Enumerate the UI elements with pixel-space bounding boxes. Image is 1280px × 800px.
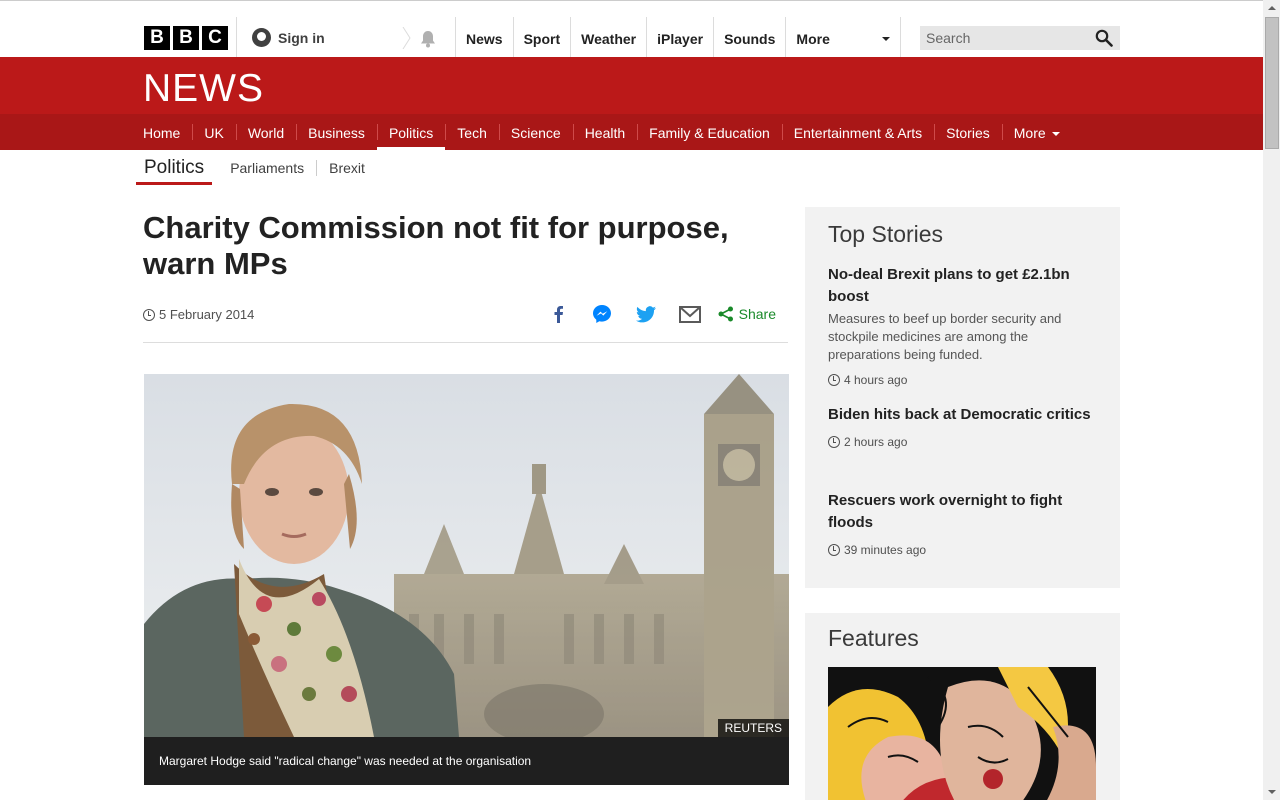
- account-icon: [252, 28, 271, 47]
- news-nav-world[interactable]: World: [235, 114, 296, 150]
- share-messenger-button[interactable]: [580, 302, 624, 326]
- caret-down-icon: [882, 37, 891, 41]
- section-nav: Politics Parliaments Brexit: [136, 150, 377, 186]
- article-meta-bar: 5 February 2014 Share: [143, 302, 788, 343]
- top-nav-sport[interactable]: Sport: [512, 17, 571, 58]
- vertical-scrollbar[interactable]: [1263, 0, 1280, 800]
- article-headline: Charity Commission not fit for purpose, …: [143, 210, 729, 281]
- feature-image[interactable]: [828, 667, 1096, 800]
- twitter-icon: [635, 305, 656, 322]
- news-nav-stories[interactable]: Stories: [934, 114, 1002, 150]
- bbc-logo[interactable]: B B C: [144, 26, 228, 50]
- news-nav-science[interactable]: Science: [498, 114, 573, 150]
- features-panel: Features: [805, 613, 1120, 800]
- news-nav-politics[interactable]: Politics: [376, 114, 446, 150]
- article-photo-image: [144, 374, 789, 737]
- search-input[interactable]: [920, 26, 1097, 50]
- news-nav: Home UK World Business Politics Tech Sci…: [0, 114, 1263, 150]
- section-nav-brexit[interactable]: Brexit: [316, 160, 377, 176]
- clock-icon: [828, 374, 840, 386]
- top-story-time-text: 39 minutes ago: [844, 543, 927, 557]
- top-stories-title: Top Stories: [828, 221, 944, 247]
- news-wordmark[interactable]: NEWS: [143, 67, 264, 111]
- section-nav-parliaments[interactable]: Parliaments: [218, 160, 316, 176]
- news-nav-more[interactable]: More: [1001, 114, 1072, 150]
- news-header: NEWS: [0, 57, 1263, 114]
- share-label: Share: [738, 306, 776, 322]
- top-stories-panel: Top Stories No-deal Brexit plans to get …: [805, 207, 1120, 588]
- top-story-time-text: 2 hours ago: [844, 435, 908, 449]
- news-nav-family-education[interactable]: Family & Education: [637, 114, 782, 150]
- share-icon: [718, 306, 733, 322]
- feature-illustration: [828, 667, 1096, 800]
- article-date-text: 5 February 2014: [159, 307, 255, 322]
- top-nav-sounds[interactable]: Sounds: [713, 17, 785, 58]
- sign-in-label: Sign in: [278, 29, 325, 46]
- news-nav-business[interactable]: Business: [296, 114, 377, 150]
- arrow-up-icon: [1268, 6, 1276, 10]
- top-story-item: Biden hits back at Democratic critics 2 …: [828, 404, 1098, 449]
- facebook-icon: [554, 306, 563, 323]
- top-story-summary: Measures to beef up border security and …: [828, 311, 1062, 362]
- article-photo: REUTERS: [144, 374, 789, 737]
- top-story-time: 4 hours ago: [828, 373, 1098, 387]
- bbc-logo-letter: B: [173, 26, 199, 50]
- scrollbar-thumb[interactable]: [1265, 17, 1279, 149]
- bbc-logo-letter: B: [144, 26, 170, 50]
- news-nav-home[interactable]: Home: [131, 114, 192, 150]
- divider-chevron-icon: [402, 27, 411, 49]
- email-icon: [678, 305, 701, 323]
- top-nav-more[interactable]: More: [785, 17, 902, 58]
- bbc-top-bar: B B C Sign in News Sport Weather iPlayer…: [0, 0, 1263, 58]
- sign-in-link[interactable]: Sign in: [252, 28, 325, 47]
- article-date: 5 February 2014: [143, 307, 254, 322]
- share-twitter-button[interactable]: [624, 302, 668, 326]
- scroll-up-button[interactable]: [1263, 0, 1280, 17]
- news-nav-health[interactable]: Health: [572, 114, 637, 150]
- top-nav-news[interactable]: News: [455, 17, 513, 58]
- top-story-item: No-deal Brexit plans to get £2.1bn boost…: [828, 264, 1098, 387]
- bbc-top-nav: News Sport Weather iPlayer Sounds More: [455, 17, 902, 58]
- clock-icon: [828, 436, 840, 448]
- caret-down-icon: [1051, 132, 1060, 137]
- top-story-item: Rescuers work overnight to fight floods …: [828, 490, 1098, 557]
- features-title: Features: [828, 625, 919, 651]
- share-button[interactable]: Share: [718, 306, 776, 322]
- news-nav-tech[interactable]: Tech: [445, 114, 499, 150]
- top-story-link[interactable]: Rescuers work overnight to fight floods: [828, 490, 1098, 534]
- messenger-icon: [592, 305, 611, 323]
- image-credit: REUTERS: [717, 719, 789, 737]
- top-nav-weather[interactable]: Weather: [570, 17, 646, 58]
- news-nav-uk[interactable]: UK: [192, 114, 235, 150]
- top-nav-iplayer[interactable]: iPlayer: [646, 17, 713, 58]
- image-caption: Margaret Hodge said "radical change" was…: [144, 737, 789, 785]
- clock-icon: [143, 308, 155, 321]
- share-email-button[interactable]: [668, 302, 712, 326]
- divider: [236, 17, 237, 58]
- arrow-down-icon: [1268, 790, 1276, 794]
- search-icon[interactable]: [1095, 29, 1113, 47]
- bbc-logo-letter: C: [202, 26, 228, 50]
- search-box: [920, 26, 1120, 50]
- top-story-link[interactable]: Biden hits back at Democratic critics: [828, 404, 1098, 426]
- top-story-time-text: 4 hours ago: [844, 373, 908, 387]
- news-nav-more-label: More: [1013, 125, 1046, 141]
- share-tools: Share: [536, 302, 776, 326]
- top-story-time: 2 hours ago: [828, 435, 1098, 449]
- news-nav-entertainment-arts[interactable]: Entertainment & Arts: [781, 114, 934, 150]
- clock-icon: [828, 544, 840, 556]
- share-facebook-button[interactable]: [536, 302, 580, 326]
- top-nav-more-label: More: [796, 31, 830, 47]
- top-story-link[interactable]: No-deal Brexit plans to get £2.1bn boost: [828, 264, 1098, 308]
- top-story-time: 39 minutes ago: [828, 543, 1098, 557]
- notifications-bell-icon[interactable]: [418, 29, 438, 49]
- scroll-down-button[interactable]: [1263, 783, 1280, 800]
- section-nav-politics[interactable]: Politics: [136, 150, 213, 186]
- page: B B C Sign in News Sport Weather iPlayer…: [0, 0, 1263, 800]
